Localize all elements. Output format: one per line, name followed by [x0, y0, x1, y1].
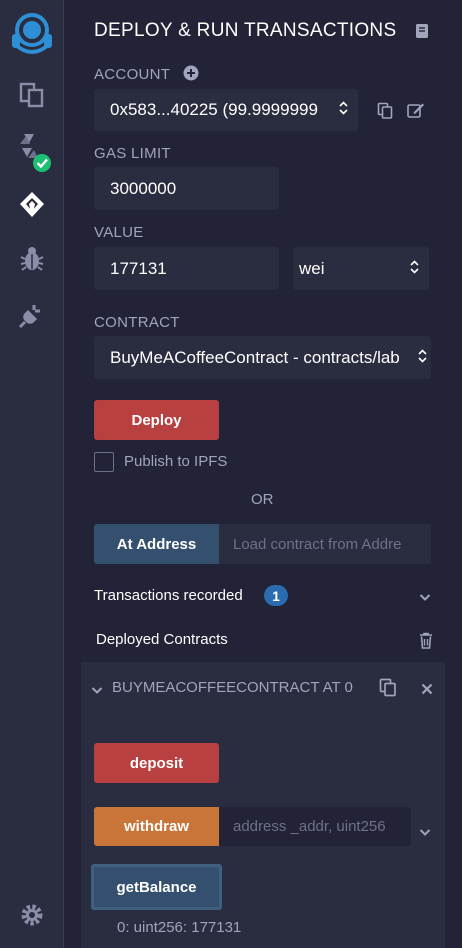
- collapse-chevron-icon[interactable]: [91, 682, 103, 700]
- debugger-icon[interactable]: [0, 234, 64, 284]
- get-balance-button[interactable]: getBalance: [91, 864, 222, 910]
- withdraw-button[interactable]: withdraw: [94, 807, 219, 846]
- account-value: 0x583...40225 (99.9999999: [110, 100, 318, 119]
- gas-limit-label: GAS LIMIT: [94, 145, 171, 162]
- contract-label: CONTRACT: [94, 314, 180, 331]
- select-arrows-icon: [339, 100, 348, 120]
- documentation-icon[interactable]: [415, 23, 429, 44]
- file-explorer-icon[interactable]: [0, 70, 64, 120]
- plugin-manager-icon[interactable]: [0, 290, 64, 340]
- publish-ipfs-label: Publish to IPFS: [124, 453, 228, 470]
- copy-account-icon[interactable]: [377, 102, 393, 124]
- value-input[interactable]: 177131: [94, 247, 279, 290]
- get-balance-result: 0: uint256: 177131: [117, 919, 242, 936]
- sign-message-icon[interactable]: [407, 102, 425, 124]
- at-address-input[interactable]: Load contract from Addre: [219, 524, 431, 564]
- solidity-compiler-icon[interactable]: [0, 126, 64, 176]
- settings-icon[interactable]: [0, 890, 64, 940]
- at-address-button[interactable]: At Address: [94, 524, 219, 564]
- deposit-button[interactable]: deposit: [94, 743, 219, 783]
- chevron-down-icon[interactable]: [419, 589, 431, 607]
- account-label: ACCOUNT: [94, 66, 171, 83]
- remix-logo-icon[interactable]: [0, 8, 64, 58]
- deploy-button[interactable]: Deploy: [94, 400, 219, 440]
- select-arrows-icon: [418, 348, 427, 368]
- gas-limit-input[interactable]: 3000000: [94, 167, 279, 210]
- trash-icon[interactable]: [419, 632, 433, 654]
- contract-select[interactable]: BuyMeACoffeeContract - contracts/lab: [94, 336, 431, 379]
- panel-title: DEPLOY & RUN TRANSACTIONS: [94, 20, 397, 41]
- withdraw-params-input[interactable]: address _addr, uint256: [219, 807, 411, 846]
- add-account-icon[interactable]: [183, 65, 199, 86]
- publish-ipfs-checkbox[interactable]: [94, 452, 114, 472]
- or-divider: OR: [251, 491, 274, 508]
- expand-params-icon[interactable]: [419, 824, 431, 842]
- contract-value: BuyMeACoffeeContract - contracts/lab: [110, 347, 400, 367]
- transactions-recorded-label[interactable]: Transactions recorded: [94, 587, 243, 604]
- deploy-run-panel: DEPLOY & RUN TRANSACTIONS ACCOUNT 0x583.…: [64, 0, 462, 948]
- value-unit-select[interactable]: wei: [293, 247, 429, 290]
- contract-instance: BUYMEACOFFEECONTRACT AT 0 deposit withdr…: [81, 662, 445, 948]
- transactions-count-badge: 1: [264, 585, 288, 606]
- account-select[interactable]: 0x583...40225 (99.9999999: [94, 89, 358, 131]
- select-arrows-icon: [410, 259, 419, 279]
- close-instance-icon[interactable]: [421, 682, 433, 700]
- icon-bar: [0, 0, 64, 948]
- value-unit: wei: [299, 258, 325, 278]
- copy-address-icon[interactable]: [379, 678, 397, 702]
- instance-title[interactable]: BUYMEACOFFEECONTRACT AT 0: [112, 679, 367, 696]
- value-label: VALUE: [94, 224, 144, 241]
- deploy-run-icon[interactable]: [0, 180, 64, 230]
- deployed-contracts-label: Deployed Contracts: [96, 631, 228, 648]
